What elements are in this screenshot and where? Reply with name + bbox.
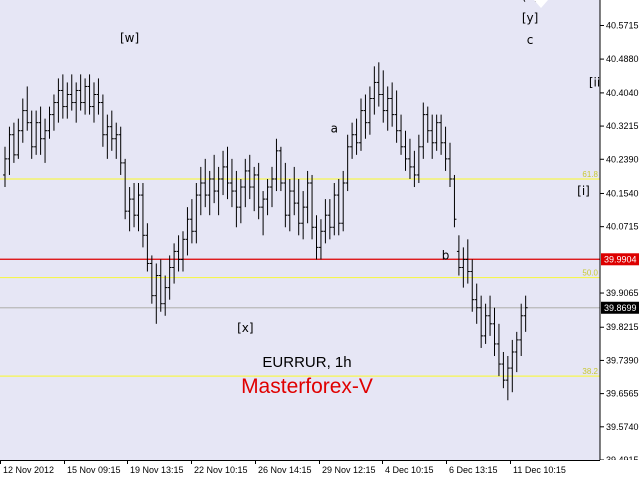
time-axis: 12 Nov 2012 15 Nov 09:15 19 Nov 13:15 22 No…	[0, 460, 640, 480]
price-tag: 39.9904	[601, 253, 639, 266]
level-label: 61.8	[582, 170, 598, 179]
time-tick-label: 6 Dec 13:15	[449, 465, 498, 475]
symbol-timeframe-label: EURRUR, 1h	[262, 354, 351, 371]
wave-label: c	[527, 33, 534, 47]
wave-label: [i]	[577, 184, 590, 198]
price-tick-label: 39.6565	[606, 389, 639, 399]
chart-background	[0, 0, 640, 480]
price-tag: 39.8699	[601, 301, 639, 314]
price-tick-label: 40.0715	[606, 222, 639, 232]
price-axis: 40.5715 40.4880 40.4040 40.3215 40.2390 40.15…	[599, 0, 640, 465]
watermark-text: Masterforex-V	[241, 375, 373, 398]
price-tick-label: 40.4040	[606, 88, 639, 98]
price-tick-label: 40.2390	[606, 154, 639, 164]
price-chart[interactable]: 61.850.038.2 [w](b)[y]cab[ii][i][x][iv][…	[0, 0, 640, 480]
time-tick-label: 11 Dec 10:15	[513, 465, 566, 475]
time-tick-label: 22 Nov 10:15	[194, 465, 248, 475]
price-tick-label: 39.7390	[606, 355, 639, 365]
price-tag-label: 39.9904	[604, 254, 637, 264]
price-tick-label: 39.5740	[606, 422, 639, 432]
price-tick-label: 40.3215	[606, 121, 639, 131]
price-tick-label: 39.9065	[606, 288, 639, 298]
level-label: 50.0	[582, 269, 598, 278]
time-tick-label: 19 Nov 13:15	[130, 465, 184, 475]
wave-label: b	[442, 248, 450, 262]
price-tick-label: 40.1540	[606, 188, 639, 198]
price-tick-label: 40.4880	[606, 54, 639, 64]
price-tick-label: 40.5715	[606, 21, 639, 31]
wave-label: [w]	[120, 31, 139, 45]
time-tick-label: 12 Nov 2012	[3, 465, 54, 475]
wave-label: a	[331, 122, 338, 136]
level-label: 38.2	[582, 367, 598, 376]
wave-label: [y]	[522, 11, 538, 25]
price-tag-label: 39.8699	[604, 303, 637, 313]
time-tick-label: 29 Nov 12:15	[322, 465, 376, 475]
time-tick-label: 4 Dec 10:15	[385, 465, 434, 475]
price-tick-label: 39.8215	[606, 322, 639, 332]
wave-label: [x]	[237, 321, 253, 335]
time-tick-label: 15 Nov 09:15	[67, 465, 121, 475]
time-tick-label: 26 Nov 14:15	[258, 465, 312, 475]
